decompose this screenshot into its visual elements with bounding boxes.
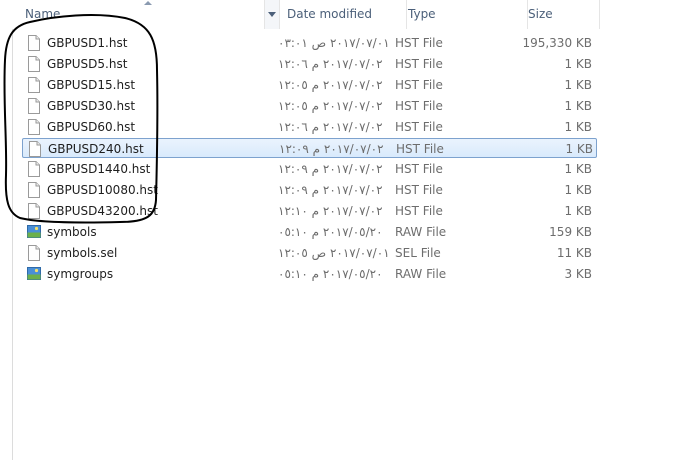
file-name: GBPUSD60.hst — [47, 120, 136, 134]
column-header-date-label: Date modified — [287, 7, 373, 21]
file-type: HST File — [395, 204, 443, 218]
file-row[interactable]: GBPUSD43200.hst ٢٠١٧/٠٧/٠٢ م ١٢:١٠ HST Fil… — [22, 201, 597, 221]
file-explorer-view: Name Date modified Type Size GBPUSD1.hst… — [0, 0, 675, 460]
file-size: 1 KB — [564, 120, 592, 134]
column-header-name[interactable]: Name — [12, 0, 280, 29]
file-icon — [27, 182, 41, 198]
file-size: 1 KB — [564, 78, 592, 92]
file-icon — [27, 56, 41, 72]
column-header-type[interactable]: Type — [407, 0, 528, 29]
file-row[interactable]: GBPUSD10080.hst ٢٠١٧/٠٧/٠٢ م ١٢:٠٩ HST Fil… — [22, 180, 597, 200]
file-size: 3 KB — [564, 267, 592, 281]
file-date-modified: ٢٠١٧/٠٧/٠٢ م ١٢:٠٦ — [278, 57, 383, 71]
file-name: symgroups — [47, 267, 114, 281]
file-size: 1 KB — [564, 99, 592, 113]
file-row[interactable]: GBPUSD1440.hst ٢٠١٧/٠٧/٠٢ م ١٢:٠٩ HST File… — [22, 159, 597, 179]
file-name: GBPUSD5.hst — [47, 57, 128, 71]
file-row[interactable]: symbols ٢٠١٧/٠٥/٢٠ م ٠٥:١٠ RAW File 159 KB — [22, 222, 597, 242]
image-file-icon — [27, 266, 41, 282]
chevron-down-icon — [268, 12, 276, 17]
file-type: HST File — [395, 57, 443, 71]
file-name: symbols — [47, 225, 97, 239]
left-pane-edge — [0, 0, 13, 460]
file-date-modified: ٢٠١٧/٠٧/٠٢ م ١٢:٠٩ — [278, 183, 383, 197]
file-icon — [27, 35, 41, 51]
file-type: HST File — [395, 78, 443, 92]
file-icon — [28, 141, 42, 157]
file-icon — [27, 77, 41, 93]
file-date-modified: ٢٠١٧/٠٥/٢٠ م ٠٥:١٠ — [278, 267, 383, 281]
file-row[interactable]: GBPUSD1.hst ٢٠١٧/٠٧/٠١ ص ٠٣:٠١ HST File 195… — [22, 33, 597, 53]
file-date-modified: ٢٠١٧/٠٧/٠٢ م ١٢:٠٥ — [278, 99, 383, 113]
file-row[interactable]: GBPUSD30.hst ٢٠١٧/٠٧/٠٢ م ١٢:٠٥ HST File 1 … — [22, 96, 597, 116]
column-header-type-label: Type — [408, 7, 436, 21]
file-date-modified: ٢٠١٧/٠٧/٠١ ص ١٢:٠٥ — [278, 246, 390, 260]
column-header-name-label: Name — [25, 7, 61, 21]
file-icon — [27, 98, 41, 114]
file-row[interactable]: symbols.sel ٢٠١٧/٠٧/٠١ ص ١٢:٠٥ SEL File 11 … — [22, 243, 597, 263]
file-name: GBPUSD43200.hst — [47, 204, 158, 218]
file-date-modified: ٢٠١٧/٠٧/٠٢ م ١٢:٠٥ — [278, 78, 383, 92]
file-date-modified: ٢٠١٧/٠٧/٠٢ م ١٢:١٠ — [278, 204, 383, 218]
file-icon — [27, 245, 41, 261]
file-row[interactable]: GBPUSD5.hst ٢٠١٧/٠٧/٠٢ م ١٢:٠٦ HST File 1 K… — [22, 54, 597, 74]
file-icon — [27, 203, 41, 219]
file-name: symbols.sel — [47, 246, 118, 260]
file-row[interactable]: symgroups ٢٠١٧/٠٥/٢٠ م ٠٥:١٠ RAW File 3 KB — [22, 264, 597, 284]
file-type: HST File — [396, 142, 444, 156]
file-date-modified: ٢٠١٧/٠٥/٢٠ م ٠٥:١٠ — [278, 225, 383, 239]
file-type: SEL File — [395, 246, 441, 260]
column-header-date[interactable]: Date modified — [280, 0, 407, 29]
file-size: 1 KB — [564, 57, 592, 71]
file-size: 1 KB — [564, 183, 592, 197]
file-size: 1 KB — [565, 142, 593, 156]
file-size: 1 KB — [564, 162, 592, 176]
file-name: GBPUSD1.hst — [47, 36, 128, 50]
file-icon — [27, 161, 41, 177]
file-row[interactable]: GBPUSD15.hst ٢٠١٧/٠٧/٠٢ م ١٢:٠٥ HST File 1 … — [22, 75, 597, 95]
file-row[interactable]: GBPUSD240.hst ٢٠١٧/٠٧/٠٢ م ١٢:٠٩ HST File 1… — [22, 138, 597, 158]
file-date-modified: ٢٠١٧/٠٧/٠٢ م ١٢:٠٩ — [278, 162, 383, 176]
file-type: RAW File — [395, 267, 447, 281]
file-size: 11 KB — [556, 246, 592, 260]
column-header-size-label: Size — [528, 7, 553, 21]
file-icon — [27, 119, 41, 135]
file-type: HST File — [395, 120, 443, 134]
file-type: HST File — [395, 162, 443, 176]
file-name: GBPUSD30.hst — [47, 99, 136, 113]
file-name: GBPUSD10080.hst — [47, 183, 158, 197]
file-name: GBPUSD240.hst — [48, 142, 144, 156]
file-size: 1 KB — [564, 204, 592, 218]
image-file-icon — [27, 224, 41, 240]
file-type: HST File — [395, 36, 443, 50]
file-size: 159 KB — [549, 225, 592, 239]
file-date-modified: ٢٠١٧/٠٧/٠٢ م ١٢:٠٦ — [278, 120, 383, 134]
file-type: HST File — [395, 183, 443, 197]
file-name: GBPUSD15.hst — [47, 78, 136, 92]
file-type: HST File — [395, 99, 443, 113]
file-size: 195,330 KB — [522, 36, 592, 50]
file-date-modified: ٢٠١٧/٠٧/٠٢ م ١٢:٠٩ — [279, 142, 384, 156]
column-header-bar: Name Date modified Type Size — [12, 0, 675, 29]
file-type: RAW File — [395, 225, 447, 239]
file-row[interactable]: GBPUSD60.hst ٢٠١٧/٠٧/٠٢ م ١٢:٠٦ HST File 1 … — [22, 117, 597, 137]
sort-ascending-icon — [144, 1, 152, 5]
file-date-modified: ٢٠١٧/٠٧/٠١ ص ٠٣:٠١ — [278, 36, 390, 50]
column-header-size[interactable]: Size — [528, 0, 600, 29]
name-filter-dropdown[interactable] — [264, 0, 279, 29]
file-name: GBPUSD1440.hst — [47, 162, 151, 176]
